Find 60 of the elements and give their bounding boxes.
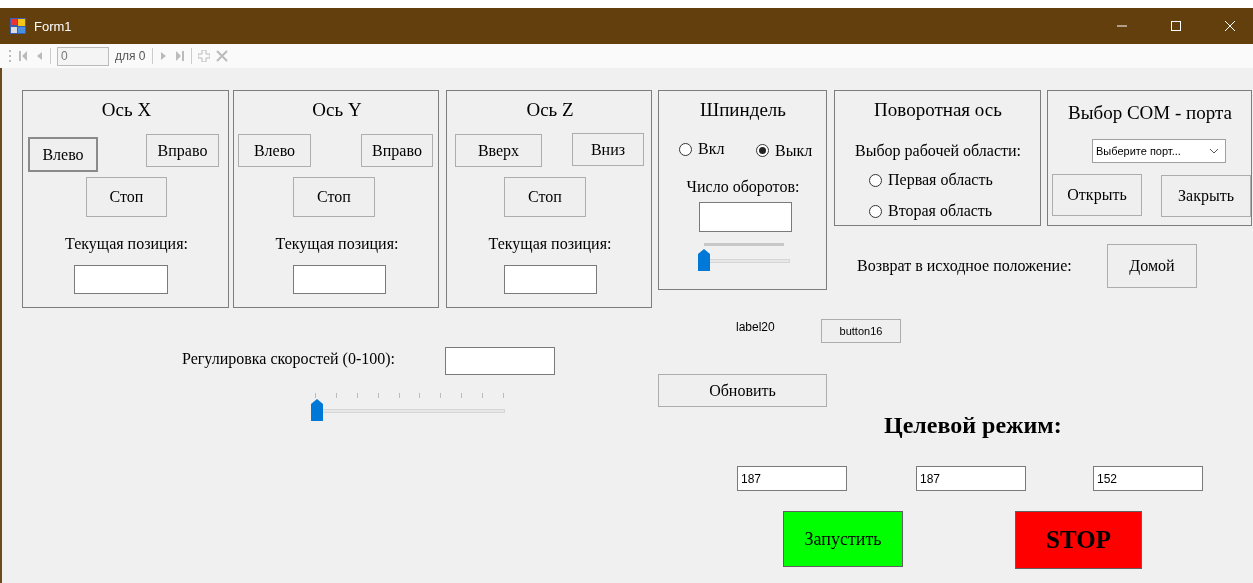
grip-icon[interactable]	[8, 50, 12, 62]
group-title: Выбор COM - порта	[1068, 102, 1232, 123]
text-field[interactable]	[74, 265, 168, 294]
field-label: Текущая позиция:	[488, 235, 612, 252]
radio-option[interactable]: Вкл	[679, 140, 725, 158]
move-button[interactable]: Вниз	[572, 133, 644, 166]
stop-button[interactable]: Стоп	[86, 177, 167, 217]
text-field[interactable]	[445, 347, 555, 375]
stop-button[interactable]: Стоп	[293, 177, 375, 217]
port-button[interactable]: Открыть	[1052, 174, 1142, 216]
radio-option[interactable]: Первая область	[869, 171, 993, 189]
slider-track[interactable]	[311, 399, 505, 421]
start-button[interactable]: Запустить	[783, 511, 903, 567]
home-button[interactable]: Домой	[1107, 244, 1197, 288]
move-button[interactable]: Вправо	[146, 134, 219, 167]
text-field[interactable]	[699, 202, 792, 232]
move-button[interactable]: Влево	[28, 137, 98, 172]
slider-track[interactable]	[698, 249, 790, 271]
slider-thumb[interactable]	[311, 399, 323, 421]
field-label: Возврат в исходное положение:	[857, 257, 1072, 274]
field-label: Регулировка скоростей (0-100):	[182, 350, 396, 367]
field-label: Выбор рабочей области:	[855, 142, 1021, 159]
label-text: label20	[736, 320, 775, 334]
field-label: Текущая позиция:	[275, 235, 399, 252]
field-label: Число оборотов:	[686, 178, 800, 195]
text-field[interactable]	[504, 265, 597, 294]
field-label: Текущая позиция:	[65, 235, 188, 252]
radio-circle[interactable]	[679, 142, 692, 156]
radio-circle[interactable]	[869, 204, 882, 218]
text-field[interactable]	[293, 265, 386, 294]
group-title: Шпиндель	[700, 99, 786, 120]
radio-circle[interactable]	[756, 144, 769, 157]
group-title: Ось Z	[526, 99, 574, 120]
refresh-button[interactable]: Обновить	[658, 374, 827, 407]
radio-option[interactable]: Вторая область	[869, 202, 993, 220]
group-title: Ось Y	[312, 99, 362, 120]
port-button[interactable]: Закрыть	[1161, 175, 1251, 217]
stop-button[interactable]: STOP	[1015, 511, 1142, 569]
radio-option[interactable]: Выкл	[756, 141, 813, 160]
position-field[interactable]: 0	[57, 46, 109, 66]
move-button[interactable]: Вверх	[455, 134, 542, 167]
move-button[interactable]: Вправо	[361, 134, 433, 167]
dropdown[interactable]: Выберите порт...	[1092, 139, 1226, 163]
window-title: Form1	[34, 18, 72, 34]
button16[interactable]: button16	[821, 319, 901, 343]
stop-button[interactable]: Стоп	[504, 177, 586, 217]
text-field[interactable]: 187	[737, 466, 847, 491]
app-icon	[10, 18, 26, 34]
group-title: Ось X	[101, 99, 152, 120]
text-field[interactable]: 187	[916, 466, 1026, 491]
slider-thumb[interactable]	[698, 249, 710, 271]
chevron-icon	[1209, 148, 1219, 154]
section-heading: Целевой режим:	[884, 412, 1062, 438]
group-title: Поворотная ось	[874, 99, 1002, 120]
radio-circle[interactable]	[869, 173, 882, 187]
move-button[interactable]: Влево	[238, 134, 311, 167]
record-count: для 0	[115, 49, 146, 63]
close-icon[interactable]	[1225, 21, 1235, 31]
maximize-icon[interactable]	[1171, 21, 1181, 31]
text-field[interactable]: 152	[1093, 466, 1203, 491]
